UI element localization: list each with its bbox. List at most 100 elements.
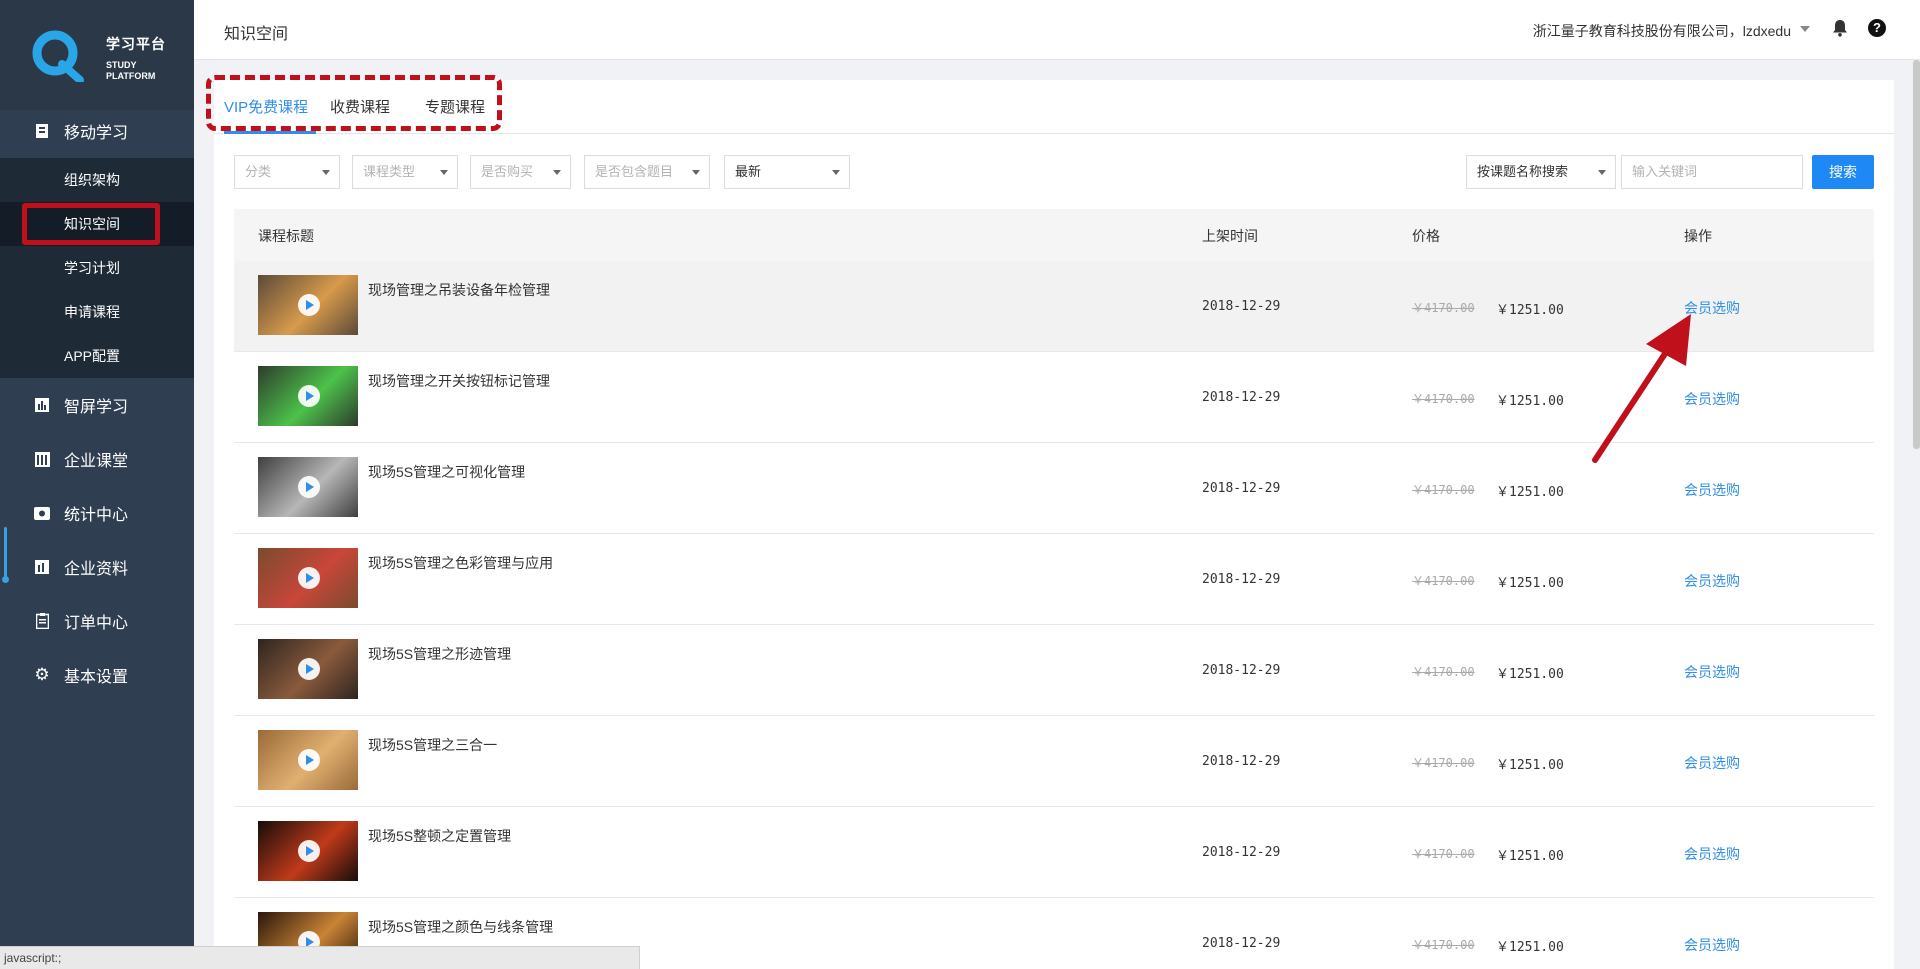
- sidebar: 学习平台 STUDY PLATFORM 移动学习 组织架构 知识空间 学习计划 …: [0, 0, 194, 969]
- menu-item-enterprise-classroom[interactable]: 企业课堂: [0, 432, 194, 486]
- submenu-mobile-study: 组织架构 知识空间 学习计划 申请课程 APP配置: [0, 158, 194, 378]
- member-purchase-link[interactable]: 会员选购: [1684, 753, 1740, 773]
- sort-select[interactable]: 最新: [724, 155, 850, 189]
- current-price: ￥1251.00: [1496, 485, 1564, 500]
- chevron-down-icon: [553, 170, 561, 175]
- play-icon[interactable]: [298, 749, 320, 771]
- tabs-highlight-box: [206, 75, 502, 131]
- stats-icon: [34, 505, 50, 521]
- table-row[interactable]: 现场5S管理之形迹管理 2018-12-29 ￥4170.00 ￥1251.00 会员选…: [234, 625, 1874, 716]
- company-user-menu[interactable]: 浙江量子教育科技股份有限公司，lzdxedu: [1533, 21, 1791, 41]
- play-icon[interactable]: [298, 567, 320, 589]
- course-title[interactable]: 现场5S整顿之定置管理: [368, 826, 511, 846]
- menu-item-statistics[interactable]: 统计中心: [0, 486, 194, 540]
- menu-label: 企业课堂: [64, 453, 129, 470]
- publish-date: 2018-12-29: [1202, 663, 1281, 678]
- page-scrollbar[interactable]: [1913, 60, 1920, 449]
- keyword-placeholder: 输入关键词: [1632, 164, 1698, 179]
- q-logo-icon: [32, 30, 84, 82]
- course-thumbnail[interactable]: [258, 639, 358, 699]
- has-questions-select[interactable]: 是否包含题目: [584, 155, 710, 189]
- bar-chart-icon: [34, 397, 50, 413]
- sidebar-scroll-indicator[interactable]: [2, 527, 9, 583]
- menu-item-mobile-study[interactable]: 移动学习: [0, 104, 194, 158]
- course-title[interactable]: 现场5S管理之形迹管理: [368, 644, 511, 664]
- course-title[interactable]: 现场5S管理之色彩管理与应用: [368, 553, 553, 573]
- browser-status-bar: javascript:;: [0, 946, 640, 969]
- course-title[interactable]: 现场管理之吊装设备年检管理: [368, 280, 550, 300]
- current-price: ￥1251.00: [1496, 303, 1564, 318]
- search-mode-select[interactable]: 按课题名称搜索: [1466, 155, 1616, 189]
- purchased-select-value: 是否购买: [481, 164, 534, 179]
- current-price: ￥1251.00: [1496, 849, 1564, 864]
- play-icon[interactable]: [298, 840, 320, 862]
- course-tabs: VIP免费课程 收费课程 专题课程: [206, 75, 1894, 134]
- member-purchase-link[interactable]: 会员选购: [1684, 480, 1740, 500]
- member-purchase-link[interactable]: 会员选购: [1684, 935, 1740, 955]
- menu-item-smart-screen[interactable]: 智屏学习: [0, 378, 194, 432]
- submenu-item-app-config[interactable]: APP配置: [0, 334, 194, 378]
- col-title-header: 课程标题: [258, 228, 314, 244]
- menu-label: 统计中心: [64, 507, 129, 524]
- course-thumbnail[interactable]: [258, 548, 358, 608]
- gear-icon: ⚙: [34, 665, 50, 684]
- submenu-item-apply-course[interactable]: 申请课程: [0, 290, 194, 334]
- course-title[interactable]: 现场5S管理之可视化管理: [368, 462, 525, 482]
- current-price: ￥1251.00: [1496, 667, 1564, 682]
- member-purchase-link[interactable]: 会员选购: [1684, 662, 1740, 682]
- play-icon[interactable]: [298, 385, 320, 407]
- menu-item-orders[interactable]: 订单中心: [0, 594, 194, 648]
- active-tab-underline: [224, 131, 316, 134]
- chevron-down-icon: [440, 170, 448, 175]
- course-thumbnail[interactable]: [258, 275, 358, 335]
- logo[interactable]: 学习平台 STUDY PLATFORM: [0, 0, 194, 110]
- category-select-value: 分类: [245, 164, 272, 179]
- submenu-item-org[interactable]: 组织架构: [0, 158, 194, 202]
- course-thumbnail[interactable]: [258, 821, 358, 881]
- publish-date: 2018-12-29: [1202, 845, 1281, 860]
- table-row[interactable]: 现场5S管理之三合一 2018-12-29 ￥4170.00 ￥1251.00 会员选购: [234, 716, 1874, 807]
- table-row[interactable]: 现场5S管理之色彩管理与应用 2018-12-29 ￥4170.00 ￥1251.00…: [234, 534, 1874, 625]
- course-title[interactable]: 现场5S管理之颜色与线条管理: [368, 917, 553, 937]
- menu-item-enterprise-documents[interactable]: 企业资料: [0, 540, 194, 594]
- purchased-select[interactable]: 是否购买: [470, 155, 571, 189]
- course-title[interactable]: 现场5S管理之三合一: [368, 735, 497, 755]
- publish-date: 2018-12-29: [1202, 299, 1281, 314]
- course-title[interactable]: 现场管理之开关按钮标记管理: [368, 371, 550, 391]
- table-header: 课程标题 上架时间 价格 操作: [234, 209, 1874, 261]
- member-purchase-link[interactable]: 会员选购: [1684, 844, 1740, 864]
- category-select[interactable]: 分类: [234, 155, 340, 189]
- course-thumbnail[interactable]: [258, 366, 358, 426]
- original-price: ￥4170.00: [1412, 574, 1475, 588]
- search-button[interactable]: 搜索: [1812, 155, 1874, 189]
- course-thumbnail[interactable]: [258, 730, 358, 790]
- current-price: ￥1251.00: [1496, 758, 1564, 773]
- chevron-down-icon: [322, 170, 330, 175]
- main-content: VIP免费课程 收费课程 专题课程 分类 课程类型 是否购买 是否包含题目 最新…: [206, 75, 1894, 969]
- top-bar: 知识空间 浙江量子教育科技股份有限公司，lzdxedu ?: [194, 0, 1920, 60]
- keyword-input[interactable]: 输入关键词: [1621, 155, 1803, 189]
- original-price: ￥4170.00: [1412, 301, 1475, 315]
- chevron-down-icon[interactable]: [1800, 26, 1810, 32]
- logo-subtitle-2: PLATFORM: [106, 71, 156, 81]
- logo-title: 学习平台: [106, 36, 166, 52]
- clipboard-icon: [34, 613, 50, 629]
- menu-item-settings[interactable]: ⚙ 基本设置: [0, 648, 194, 702]
- play-icon[interactable]: [298, 294, 320, 316]
- submenu-item-study-plan[interactable]: 学习计划: [0, 246, 194, 290]
- course-type-select[interactable]: 课程类型: [352, 155, 458, 189]
- menu-label: 企业资料: [64, 561, 129, 578]
- course-thumbnail[interactable]: [258, 457, 358, 517]
- member-purchase-link[interactable]: 会员选购: [1684, 571, 1740, 591]
- help-icon[interactable]: ?: [1868, 19, 1886, 37]
- play-icon[interactable]: [298, 476, 320, 498]
- mobile-study-icon: [34, 123, 50, 139]
- chevron-down-icon: [832, 170, 840, 175]
- menu-label: 移动学习: [64, 125, 129, 142]
- course-type-select-value: 课程类型: [363, 164, 416, 179]
- table-row[interactable]: 现场5S整顿之定置管理 2018-12-29 ￥4170.00 ￥1251.00 会员选…: [234, 807, 1874, 898]
- search-mode-select-value: 按课题名称搜索: [1477, 164, 1569, 179]
- play-icon[interactable]: [298, 658, 320, 680]
- sort-select-value: 最新: [735, 164, 762, 179]
- bell-icon[interactable]: [1832, 19, 1848, 37]
